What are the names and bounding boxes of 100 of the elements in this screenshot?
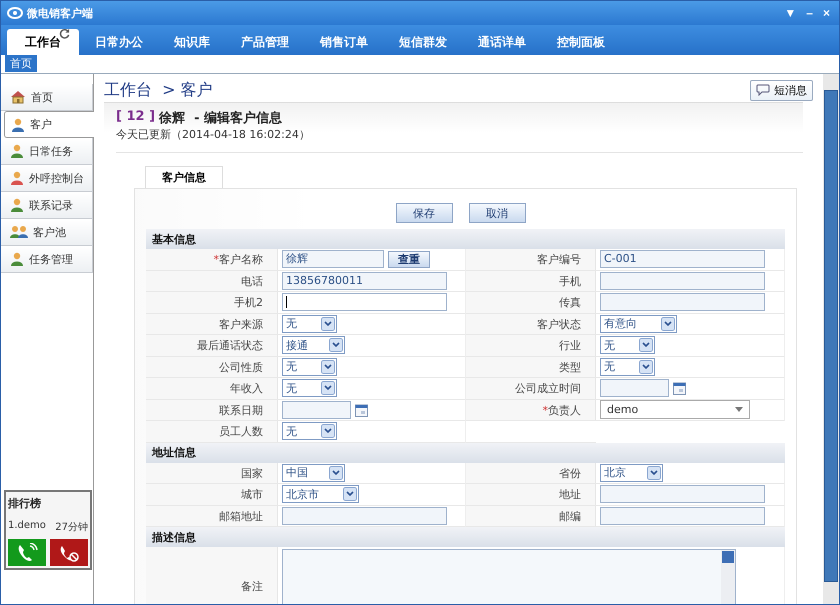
dropdown[interactable]: 无 [282, 314, 337, 333]
input-field[interactable] [600, 293, 765, 312]
dropdown[interactable]: 无 [282, 358, 337, 376]
nav-tab[interactable]: 知识库 [158, 29, 225, 55]
chat-icon [756, 84, 770, 96]
action-button[interactable]: 取消 [468, 203, 526, 223]
field-label: 最后通话状态 [146, 335, 278, 356]
input-field[interactable] [282, 506, 447, 525]
call-button[interactable] [8, 539, 46, 566]
field-label: 客户来源 [146, 314, 278, 335]
dropdown[interactable]: 北京市 [282, 485, 359, 504]
nav-tab[interactable]: 短信群发 [383, 29, 462, 55]
field-label: 邮箱地址 [146, 506, 278, 527]
input-field[interactable]: 13856780011 [282, 272, 447, 290]
field-label: 客户状态 [466, 314, 596, 335]
dropdown[interactable]: 中国 [282, 464, 345, 482]
nav-tab[interactable]: 控制面板 [541, 29, 620, 55]
page-tag[interactable]: 首页 [5, 55, 37, 72]
field-label: 联系日期 [146, 400, 278, 421]
rank-name: 1.demo [8, 520, 46, 533]
section-header: 描述信息 [146, 527, 785, 547]
dropdown[interactable]: 有意向 [600, 314, 677, 333]
window-title: 微电销客户端 [27, 6, 93, 20]
field-label: 客户编号 [466, 249, 596, 270]
person-icon [10, 252, 24, 266]
field-label: 备注 [146, 547, 278, 604]
nav-tab[interactable]: 销售订单 [304, 29, 383, 55]
record-heading: 徐辉 - 编辑客户信息 [159, 110, 282, 127]
nav-tab[interactable]: 通话详单 [462, 29, 541, 55]
field-label: 年收入 [146, 378, 278, 400]
action-button[interactable]: 保存 [396, 203, 452, 223]
person-icon [10, 171, 24, 185]
section-header: 基本信息 [146, 229, 785, 249]
calendar-icon[interactable] [355, 402, 368, 417]
field-label: 电话 [146, 270, 278, 292]
sidebar-item[interactable]: 客户池 [1, 219, 93, 246]
field-label: 手机 [466, 270, 596, 292]
section-header: 地址信息 [146, 442, 785, 462]
sidebar-item[interactable]: 首页 [1, 84, 93, 111]
hang-up-button[interactable] [50, 539, 88, 566]
nav-tab[interactable]: 日常办公 [79, 29, 158, 55]
input-field[interactable]: C-001 [600, 250, 765, 268]
field-label: *客户名称 [146, 249, 278, 270]
dropdown[interactable]: 无 [282, 379, 337, 398]
field-label: 地址 [466, 484, 596, 506]
window-control[interactable]: ▼ [781, 6, 800, 20]
check-duplicate-button[interactable]: 查重 [388, 250, 430, 268]
input-field[interactable] [600, 485, 765, 504]
input-field[interactable] [282, 293, 447, 312]
date-field[interactable] [600, 379, 669, 398]
breadcrumb: 工作台 > 客户 [104, 80, 213, 100]
person-icon [10, 198, 24, 212]
field-label: *负责人 [466, 400, 596, 421]
input-field[interactable] [600, 272, 765, 290]
window-control[interactable]: × [820, 6, 833, 20]
home-icon [10, 90, 26, 104]
field-label: 城市 [146, 484, 278, 506]
input-field[interactable] [600, 506, 765, 525]
panel-title: 排行榜 [8, 496, 42, 512]
dropdown[interactable]: demo [600, 400, 750, 420]
field-label: 公司性质 [146, 356, 278, 378]
rank-time: 27分钟 [55, 520, 88, 534]
scrollbar[interactable] [721, 550, 735, 604]
update-time: 今天已更新（2014-04-18 16:02:24） [116, 127, 803, 153]
field-label: 邮编 [466, 506, 596, 527]
field-label: 类型 [466, 356, 596, 378]
sidebar-item[interactable]: 联系记录 [1, 192, 93, 219]
field-label: 行业 [466, 335, 596, 356]
dropdown[interactable]: 无 [600, 358, 655, 376]
sidebar-item[interactable]: 任务管理 [1, 246, 93, 273]
date-field[interactable] [282, 400, 351, 419]
person-icon [11, 118, 25, 132]
window-control[interactable]: – [803, 6, 816, 20]
refresh-icon[interactable] [59, 28, 70, 39]
calendar-icon[interactable] [673, 381, 686, 396]
dropdown[interactable]: 无 [600, 336, 655, 354]
people-icon [10, 225, 28, 239]
field-label: 员工人数 [146, 421, 278, 442]
logo-icon [7, 7, 23, 19]
field-label: 公司成立时间 [466, 378, 596, 400]
person-icon [10, 144, 24, 158]
nav-tab[interactable]: 产品管理 [225, 29, 304, 55]
dropdown[interactable]: 无 [282, 422, 337, 440]
scrollbar[interactable] [823, 74, 839, 604]
sidebar-item[interactable]: 外呼控制台 [1, 165, 93, 192]
sidebar-item[interactable]: 日常任务 [1, 138, 93, 165]
field-label: 传真 [466, 292, 596, 314]
record-id: [ 12 ] [116, 109, 156, 126]
notes-field[interactable] [282, 549, 736, 604]
message-button[interactable]: 短消息 [750, 80, 813, 100]
input-field[interactable]: 徐辉 [282, 250, 384, 268]
sidebar-item[interactable]: 客户 [4, 111, 94, 138]
field-label: 国家 [146, 462, 278, 484]
dropdown[interactable]: 北京 [600, 464, 663, 482]
form-tab[interactable]: 客户信息 [145, 166, 223, 188]
nav-tab[interactable]: 工作台 [7, 29, 79, 55]
field-label: 手机2 [146, 292, 278, 314]
field-label: 省份 [466, 462, 596, 484]
phone-icon [16, 542, 38, 562]
dropdown[interactable]: 接通 [282, 336, 345, 354]
